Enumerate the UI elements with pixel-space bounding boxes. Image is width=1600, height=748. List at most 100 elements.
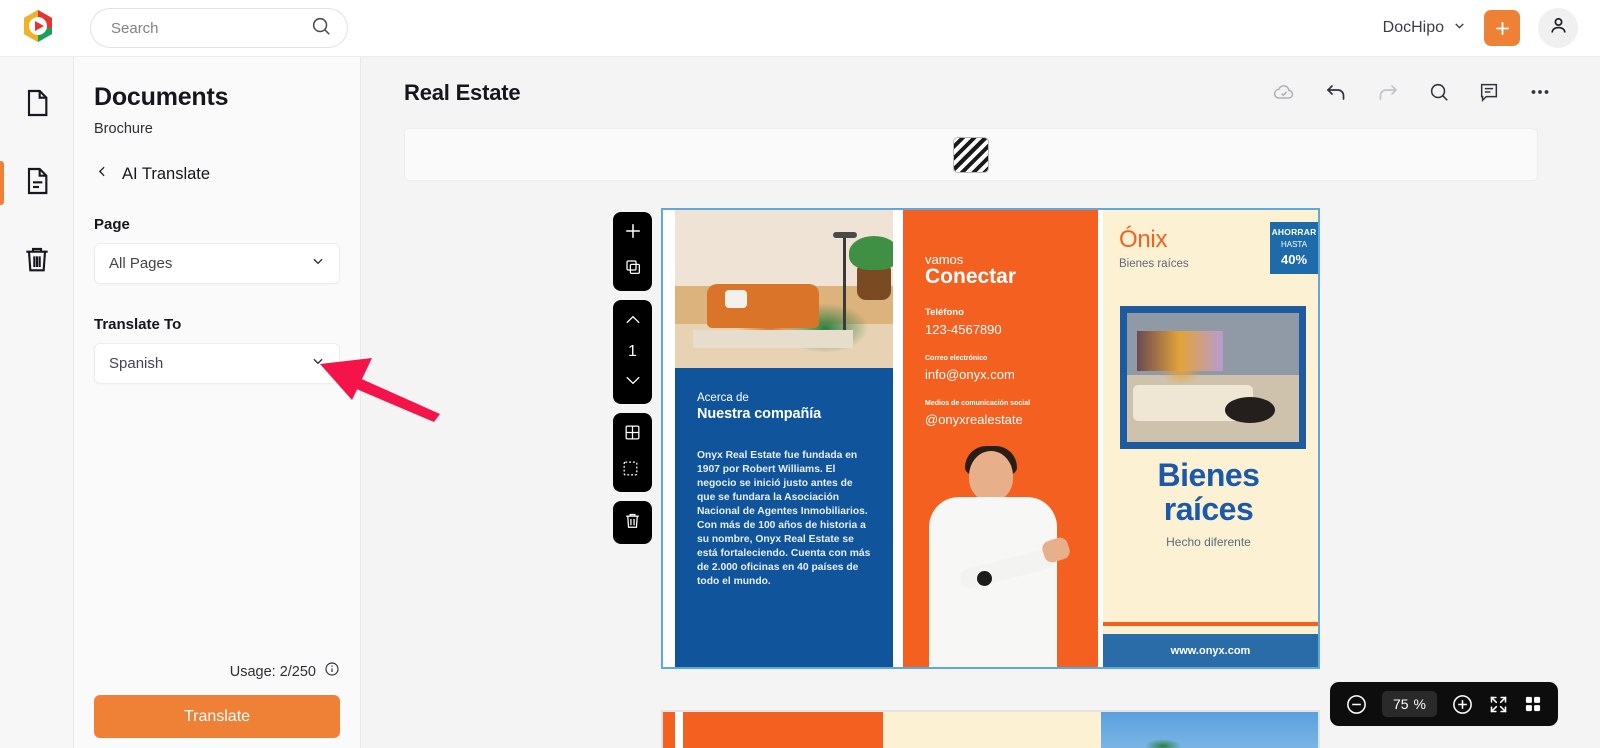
- brand-block: Ónix Bienes raíces: [1119, 226, 1189, 270]
- plus-icon: [623, 221, 643, 246]
- potted-plant-shape: [849, 236, 899, 300]
- page-delete-group: [613, 501, 652, 544]
- man-head-shape: [969, 451, 1013, 501]
- fullscreen-icon[interactable]: [1488, 694, 1509, 715]
- duplicate-icon: [624, 258, 642, 281]
- page2-cream-panel: [883, 712, 1101, 748]
- brand-subtitle: Bienes raíces: [1119, 258, 1189, 270]
- info-icon[interactable]: [324, 661, 340, 682]
- search-icon[interactable]: [310, 15, 332, 42]
- trash-icon: [21, 243, 53, 280]
- page2-white-gap: [675, 712, 683, 748]
- social-label: Medios de comunicación social: [925, 400, 1031, 407]
- interior-photo-image[interactable]: [675, 210, 899, 368]
- next-page-button[interactable]: [618, 369, 648, 396]
- language-select-value: Spanish: [109, 355, 164, 372]
- delete-page-button[interactable]: [618, 509, 648, 536]
- zoom-unit: %: [1413, 696, 1426, 712]
- pages-grid-icon[interactable]: [1523, 694, 1543, 714]
- grid-layout-button[interactable]: [618, 421, 648, 448]
- right-orange-stripe: [1089, 210, 1098, 667]
- back-to-ai-translate[interactable]: AI Translate: [94, 164, 340, 184]
- panel-title: Documents: [94, 83, 229, 111]
- wall-art-shape: [1137, 331, 1223, 371]
- pointing-man-image[interactable]: [907, 446, 1087, 667]
- zoom-controls: 75 %: [1329, 682, 1558, 726]
- translate-button[interactable]: Translate: [94, 695, 340, 738]
- undo-icon[interactable]: [1324, 80, 1348, 104]
- zoom-value-field[interactable]: 75 %: [1381, 691, 1437, 717]
- coffee-table-shape: [1225, 397, 1275, 423]
- brochure-left-panel[interactable]: Acerca de Nuestra compañía Onyx Real Est…: [663, 210, 899, 667]
- phone-value: 123-4567890: [925, 322, 1002, 337]
- page-select-value: All Pages: [109, 255, 173, 272]
- search-icon[interactable]: [1428, 81, 1450, 103]
- living-room-photo-image[interactable]: [1120, 306, 1306, 449]
- language-select[interactable]: Spanish: [94, 343, 340, 384]
- account-button[interactable]: [1538, 8, 1578, 48]
- right-panel-rule: [1103, 622, 1318, 626]
- brand-name: Ónix: [1119, 226, 1168, 253]
- discount-badge[interactable]: AHORRAR HASTA 40%: [1270, 222, 1318, 274]
- usage-row: Usage: 2/250: [94, 661, 340, 682]
- badge-line-2: HASTA: [1280, 240, 1308, 249]
- top-bar-actions: DocHipo: [1383, 8, 1578, 48]
- right-panel-title: Bienes raíces: [1157, 457, 1260, 527]
- create-new-button[interactable]: [1484, 10, 1520, 46]
- contact-block: vamos Conectar Teléfono 123-4567890 Corr…: [925, 252, 1075, 427]
- brochure-middle-panel[interactable]: vamos Conectar Teléfono 123-4567890 Corr…: [893, 210, 1089, 667]
- usage-text: Usage: 2/250: [229, 663, 316, 680]
- design-page-1[interactable]: Acerca de Nuestra compañía Onyx Real Est…: [661, 208, 1320, 669]
- page-layout-group: [613, 413, 652, 492]
- redo-icon[interactable]: [1376, 80, 1400, 104]
- badge-line-1: AHORRAR: [1271, 227, 1317, 237]
- duplicate-page-button[interactable]: [618, 256, 648, 283]
- user-avatar-icon: [1548, 15, 1569, 41]
- chevron-down-icon: [624, 374, 642, 392]
- chevron-up-icon: [624, 313, 642, 331]
- rail-item-trash[interactable]: [0, 235, 74, 287]
- page-select[interactable]: All Pages: [94, 243, 340, 284]
- zoom-in-icon[interactable]: [1451, 693, 1474, 716]
- design-page-2[interactable]: [661, 710, 1320, 748]
- page2-sky-photo: [1101, 712, 1318, 748]
- brochure-right-panel[interactable]: Ónix Bienes raíces AHORRAR HASTA 40% Bie…: [1089, 210, 1318, 667]
- email-label: Correo electrónico: [925, 355, 988, 362]
- back-label: AI Translate: [122, 164, 211, 183]
- social-value: @onyxrealestate: [925, 412, 1023, 427]
- left-rail: [0, 57, 74, 748]
- chevron-left-icon: [96, 164, 109, 184]
- orange-sofa-shape: [707, 284, 819, 328]
- page2-orange-edge: [663, 712, 675, 748]
- global-search[interactable]: [90, 8, 348, 48]
- zoom-out-icon[interactable]: [1345, 693, 1368, 716]
- pattern-swatch-icon[interactable]: [953, 136, 989, 173]
- previous-page-button[interactable]: [618, 308, 648, 335]
- select-all-button[interactable]: [618, 457, 648, 484]
- translate-to-field-label: Translate To: [94, 316, 182, 333]
- zoom-value: 75: [1392, 696, 1409, 712]
- page-nav-group: 1: [613, 300, 652, 404]
- page2-orange-panel: [683, 712, 883, 748]
- editor-toolbar: [1272, 80, 1552, 104]
- email-value: info@onyx.com: [925, 367, 1015, 382]
- chevron-down-icon: [311, 354, 325, 373]
- about-block[interactable]: Acerca de Nuestra compañía Onyx Real Est…: [675, 368, 893, 667]
- page-field-label: Page: [94, 216, 130, 233]
- workspace-menu[interactable]: DocHipo: [1383, 19, 1466, 37]
- rail-item-documents[interactable]: [0, 157, 74, 209]
- add-page-button[interactable]: [618, 220, 648, 247]
- dochipo-logo-icon[interactable]: [16, 6, 60, 50]
- website-footer: www.onyx.com: [1103, 634, 1318, 667]
- cloud-saved-icon[interactable]: [1272, 80, 1296, 104]
- badge-line-3: 40%: [1280, 252, 1308, 267]
- more-options-icon[interactable]: [1528, 80, 1552, 104]
- rail-item-blank-page[interactable]: [0, 79, 74, 131]
- workspace-label: DocHipo: [1382, 19, 1444, 36]
- about-title: Nuestra compañía: [697, 406, 822, 422]
- rug-shape: [693, 330, 853, 348]
- comment-icon[interactable]: [1478, 81, 1500, 103]
- middle-white-divider: [893, 210, 903, 667]
- page-add-group: [613, 212, 652, 291]
- search-input[interactable]: [111, 19, 310, 37]
